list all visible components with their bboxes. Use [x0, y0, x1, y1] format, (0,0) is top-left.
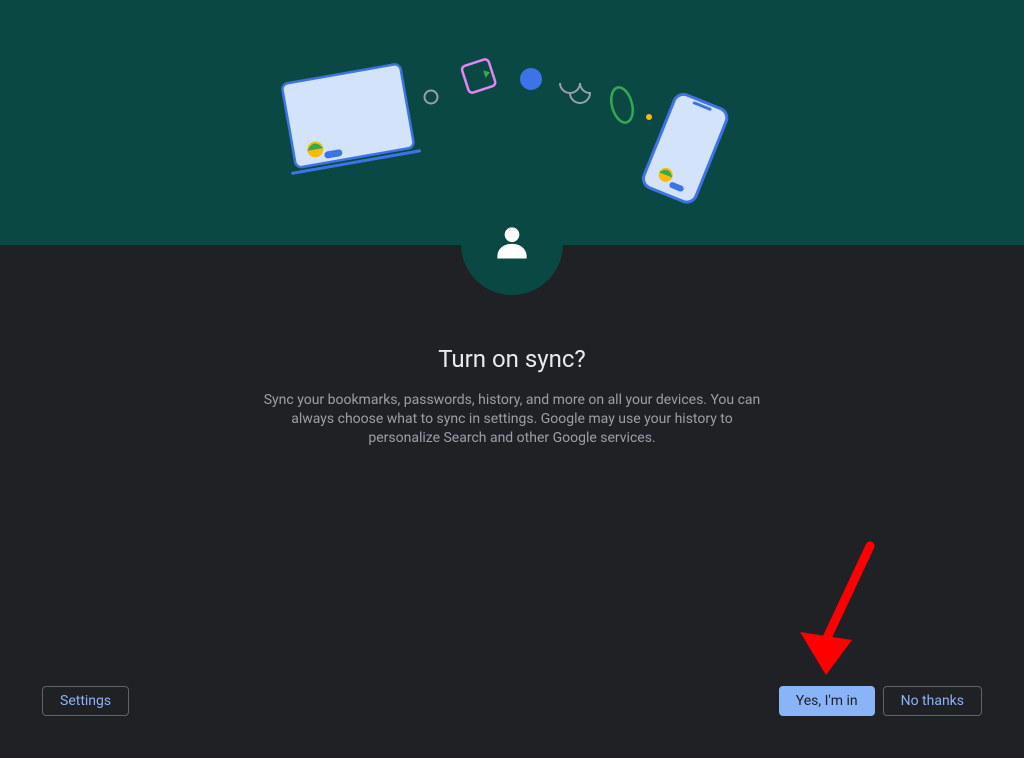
footer-right-group: Yes, I'm in No thanks: [779, 686, 982, 716]
dialog-description: Sync your bookmarks, passwords, history,…: [256, 391, 768, 448]
dialog-title: Turn on sync?: [24, 345, 1000, 373]
dialog-content: Turn on sync? Sync your bookmarks, passw…: [0, 345, 1024, 448]
settings-button[interactable]: Settings: [42, 686, 129, 716]
no-thanks-button[interactable]: No thanks: [883, 686, 982, 716]
yes-button[interactable]: Yes, I'm in: [779, 686, 875, 716]
annotation-arrow: [798, 540, 888, 689]
person-icon: [490, 220, 534, 268]
dialog-footer: Settings Yes, I'm in No thanks: [0, 686, 1024, 716]
profile-avatar: [461, 193, 563, 295]
